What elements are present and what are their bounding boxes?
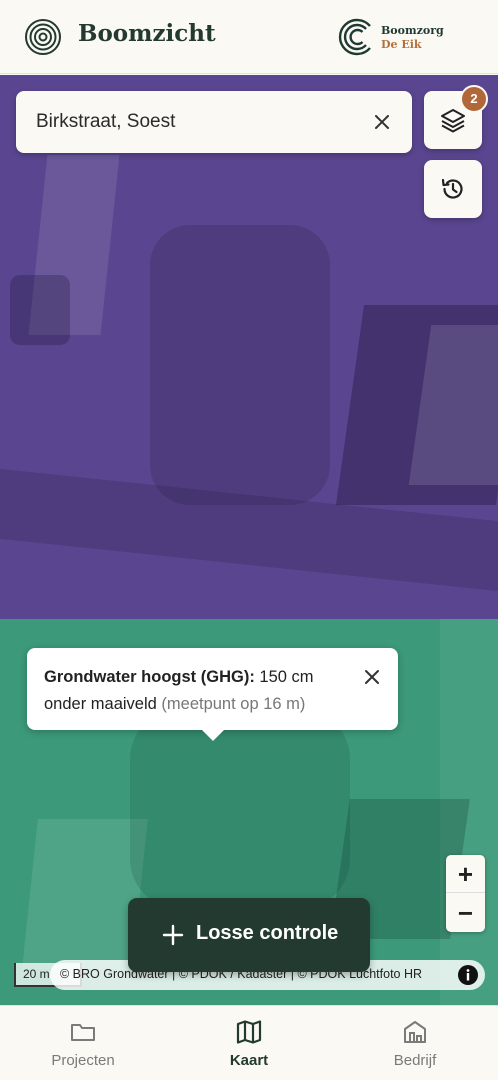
nav-label-kaart: Kaart: [229, 1052, 269, 1069]
map-icon: [236, 1020, 262, 1044]
zoom-in-button[interactable]: +: [446, 855, 485, 893]
zoom-out-button[interactable]: −: [446, 894, 485, 932]
building-icon: [404, 1021, 426, 1043]
close-icon[interactable]: [361, 666, 383, 688]
layers-count-badge: 2: [460, 85, 488, 113]
add-loose-check-label: Losse controle: [196, 922, 339, 944]
groundwater-zone-high: [0, 75, 498, 619]
history-icon: [441, 178, 463, 199]
app-logo: [25, 19, 61, 55]
company-logo: [338, 18, 371, 56]
popup-label: Grondwater hoogst (GHG):: [44, 668, 255, 686]
search-box: [16, 91, 412, 153]
nav-item-projecten[interactable]: Projecten: [0, 1006, 166, 1080]
popup-note: (meetpunt op 16 m): [161, 695, 306, 713]
nav-item-bedrijf[interactable]: Bedrijf: [332, 1006, 498, 1080]
layers-icon: [441, 109, 465, 133]
company-brand: Boomzorg De Eik: [337, 17, 477, 57]
zoom-control: + −: [446, 855, 485, 932]
popup-pointer: [201, 729, 225, 741]
app-header: Boomzicht Boomzorg De Eik: [0, 0, 498, 74]
app-title: Boomzicht: [78, 20, 216, 47]
nav-label-bedrijf: Bedrijf: [393, 1052, 437, 1069]
nav-label-projecten: Projecten: [51, 1052, 115, 1069]
add-loose-check-button[interactable]: Losse controle: [128, 898, 370, 972]
info-icon[interactable]: [457, 964, 479, 986]
company-name-line2: De Eik: [381, 38, 422, 51]
history-button[interactable]: [424, 160, 482, 218]
popup-text: Grondwater hoogst (GHG): 150 cm onder ma…: [44, 664, 354, 718]
search-input[interactable]: [36, 108, 356, 136]
groundwater-popup: Grondwater hoogst (GHG): 150 cm onder ma…: [27, 648, 398, 730]
bottom-navigation: Projecten Kaart Bedrijf: [0, 1005, 498, 1080]
company-name-line1: Boomzorg: [381, 24, 444, 37]
map-view[interactable]: [0, 75, 498, 1005]
plus-icon: [162, 924, 184, 946]
close-icon[interactable]: [370, 110, 394, 134]
folder-icon: [71, 1024, 95, 1041]
nav-item-kaart[interactable]: Kaart: [166, 1006, 332, 1080]
